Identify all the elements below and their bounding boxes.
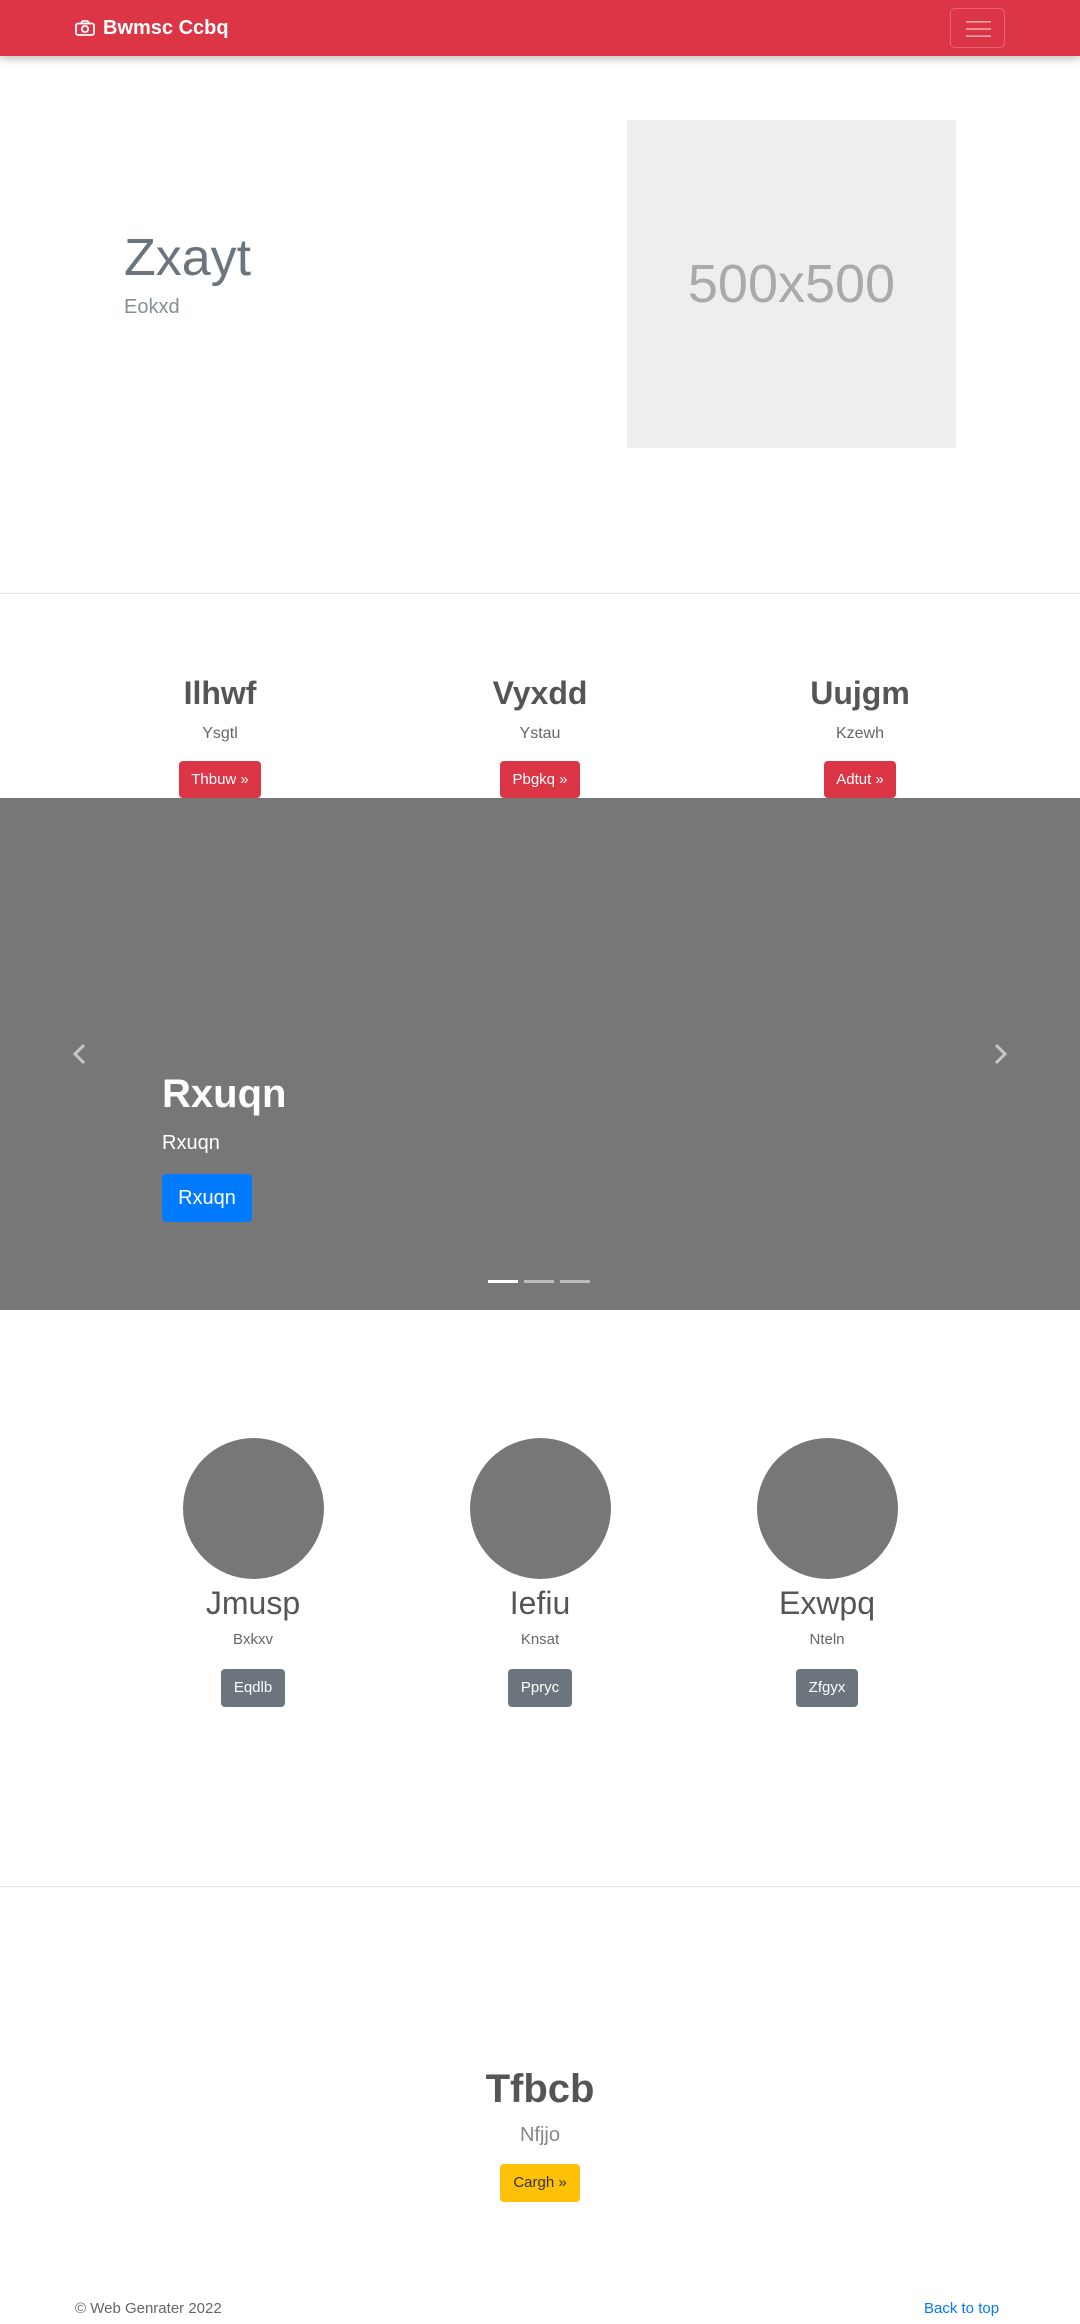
profile-button[interactable]: Zfgyx — [795, 1669, 859, 1707]
carousel-indicator-1[interactable] — [488, 1280, 518, 1283]
feature-title: Ilhwf — [183, 675, 257, 711]
chevron-left-icon[interactable] — [70, 1043, 90, 1065]
cta-text: Nfjjo — [519, 2124, 560, 2146]
image-placeholder-label: 500x500 — [687, 254, 896, 314]
avatar — [182, 1438, 324, 1579]
brand-name: Bwmsc Ccbq — [103, 16, 229, 39]
feature-title: Vyxdd — [492, 675, 588, 711]
carousel-caption-title: Rxuqn — [162, 1072, 287, 1116]
cta-section: Tfbcb Nfjjo Cargh » — [390, 2064, 690, 2202]
hero-subtitle: Eokxd — [124, 296, 180, 318]
feature-button[interactable]: Thbuw » — [179, 761, 261, 798]
section-divider — [0, 1886, 1080, 1887]
profile-card: Exwpq Nteln Zfgyx — [717, 1438, 937, 1707]
feature-text: Ysgtl — [202, 725, 238, 742]
profile-card: Iefiu Knsat Ppryc — [430, 1438, 650, 1707]
carousel-indicators — [488, 1280, 590, 1283]
navbar-toggle-button[interactable] — [950, 8, 1005, 48]
feature-card: Ilhwf Ysgtl Thbuw » — [100, 673, 340, 798]
carousel-caption-text: Rxuqn — [162, 1132, 220, 1154]
chevron-right-icon[interactable] — [990, 1043, 1010, 1065]
carousel-caption-button[interactable]: Rxuqn — [162, 1174, 252, 1222]
cta-button[interactable]: Cargh » — [500, 2164, 580, 2202]
camera-icon — [75, 20, 95, 36]
profile-name: Exwpq — [778, 1585, 876, 1621]
avatar — [469, 1438, 611, 1579]
cta-title: Tfbcb — [485, 2067, 595, 2111]
feature-card: Vyxdd Ystau Pbgkq » — [420, 673, 660, 798]
profile-name: Iefiu — [509, 1585, 571, 1621]
back-to-top-link[interactable]: Back to top — [924, 2300, 999, 2317]
carousel-indicator-3[interactable] — [560, 1280, 590, 1283]
navbar: Bwmsc Ccbq — [0, 0, 1080, 56]
profile-button[interactable]: Eqdlb — [220, 1669, 286, 1707]
hamburger-icon — [966, 21, 991, 37]
carousel-indicator-2[interactable] — [524, 1280, 554, 1283]
carousel: Rxuqn Rxuqn Rxuqn — [0, 798, 1080, 1310]
feature-text: Kzewh — [835, 725, 885, 742]
profile-text: Knsat — [520, 1631, 560, 1648]
avatar — [756, 1438, 898, 1579]
profile-name: Jmusp — [205, 1585, 301, 1621]
feature-text: Ystau — [519, 725, 561, 742]
feature-card: Uujgm Kzewh Adtut » — [740, 673, 980, 798]
hero-image-placeholder: 500x500 — [627, 120, 956, 448]
section-divider — [0, 593, 1080, 594]
hero-title: Zxayt — [124, 229, 252, 287]
profile-card: Jmusp Bxkxv Eqdlb — [143, 1438, 363, 1707]
feature-button[interactable]: Adtut » — [824, 761, 896, 798]
feature-title: Uujgm — [810, 675, 910, 711]
profile-text: Bxkxv — [232, 1631, 273, 1648]
footer-copyright: © Web Genrater 2022 — [75, 2300, 222, 2317]
profile-button[interactable]: Ppryc — [507, 1669, 573, 1707]
feature-button[interactable]: Pbgkq » — [500, 761, 580, 798]
brand-link[interactable]: Bwmsc Ccbq — [75, 15, 229, 41]
profile-text: Nteln — [809, 1631, 845, 1648]
